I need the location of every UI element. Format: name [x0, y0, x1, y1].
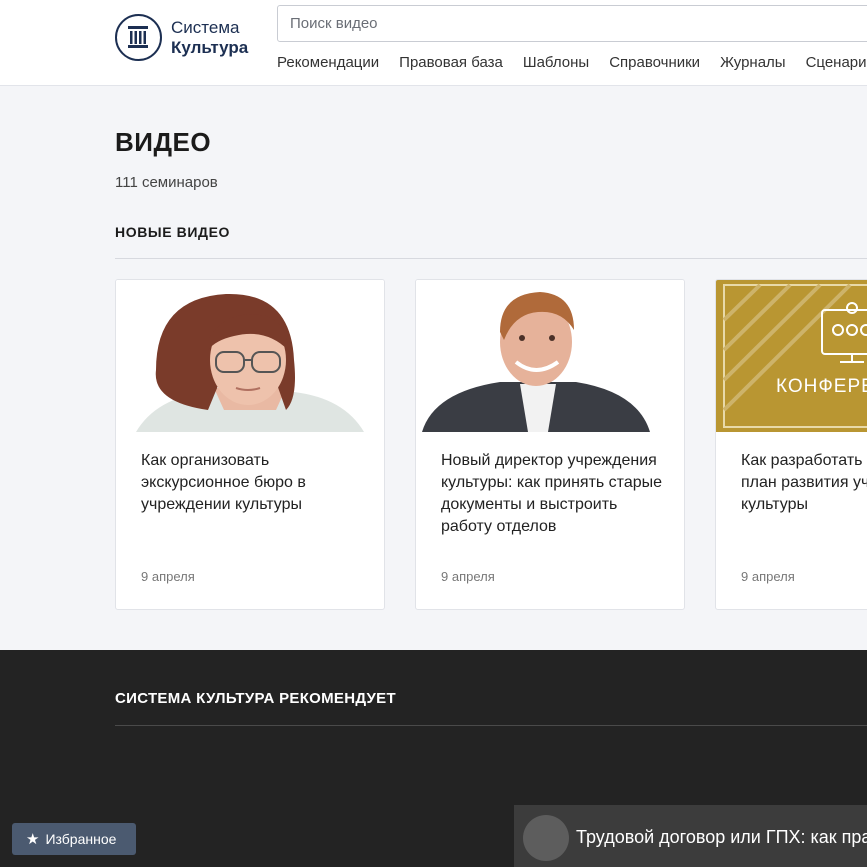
video-title: Как разработать стратегию и план развити…	[741, 452, 867, 513]
nav-references[interactable]: Справочники	[609, 54, 700, 71]
logo-text: Система Культура	[171, 18, 248, 58]
speaker-photo	[416, 280, 684, 432]
video-date: 9 апреля	[741, 569, 795, 584]
recommend-title: СИСТЕМА КУЛЬТУРА РЕКОМЕНДУЕТ	[115, 690, 396, 707]
channel-avatar	[523, 815, 569, 861]
video-cards: Как организовать экскурсионное бюро в уч…	[115, 279, 867, 610]
section-title-new-videos: НОВЫЕ ВИДЕО	[115, 224, 231, 240]
video-thumbnail	[416, 280, 684, 432]
favorites-label: Избранное	[45, 831, 117, 847]
column-icon	[115, 14, 162, 61]
main-nav: Рекомендации Правовая база Шаблоны Справ…	[277, 54, 867, 71]
conference-banner: КОНФЕРЕНЦИЯ	[716, 280, 867, 432]
video-card[interactable]: Как организовать экскурсионное бюро в уч…	[115, 279, 385, 610]
nav-recommendations[interactable]: Рекомендации	[277, 54, 379, 71]
favorites-button[interactable]: ★ Избранное	[12, 823, 136, 855]
logo-line-2: Культура	[171, 37, 249, 57]
speaker-photo	[116, 280, 384, 432]
nav-journals[interactable]: Журналы	[720, 54, 786, 71]
video-date: 9 апреля	[141, 569, 195, 584]
nav-templates[interactable]: Шаблоны	[523, 54, 589, 71]
video-thumbnail	[116, 280, 384, 432]
star-icon: ★	[26, 831, 40, 848]
logo-line-1: Система	[171, 17, 240, 37]
page-title: ВИДЕО	[115, 127, 212, 157]
video-title: Новый директор учреждения культуры: как …	[441, 452, 663, 535]
recommend-divider	[115, 725, 867, 726]
video-card[interactable]: КОНФЕРЕНЦИЯ Как разработать стратегию и …	[715, 279, 867, 610]
video-card[interactable]: Новый директор учреждения культуры: как …	[415, 279, 685, 610]
featured-video-player[interactable]: Трудовой договор или ГПХ: как правильно …	[514, 805, 867, 867]
featured-video-title: Трудовой договор или ГПХ: как правильно …	[576, 827, 867, 847]
video-thumbnail: КОНФЕРЕНЦИЯ	[716, 280, 867, 432]
presentation-icon	[821, 302, 867, 363]
search-input[interactable]	[277, 5, 867, 42]
video-date: 9 апреля	[441, 569, 495, 584]
section-divider	[115, 258, 867, 259]
video-title: Как организовать экскурсионное бюро в уч…	[141, 452, 306, 513]
nav-scenarios[interactable]: Сценарии	[806, 54, 867, 71]
conference-label: КОНФЕРЕНЦИЯ	[776, 376, 867, 397]
seminar-count: 111 семинаров	[115, 174, 218, 191]
site-header: Система Культура Рекомендации Правовая б…	[0, 0, 867, 86]
logo[interactable]: Система Культура	[115, 14, 248, 61]
conference-pattern	[722, 283, 867, 428]
nav-legal-base[interactable]: Правовая база	[399, 54, 503, 71]
